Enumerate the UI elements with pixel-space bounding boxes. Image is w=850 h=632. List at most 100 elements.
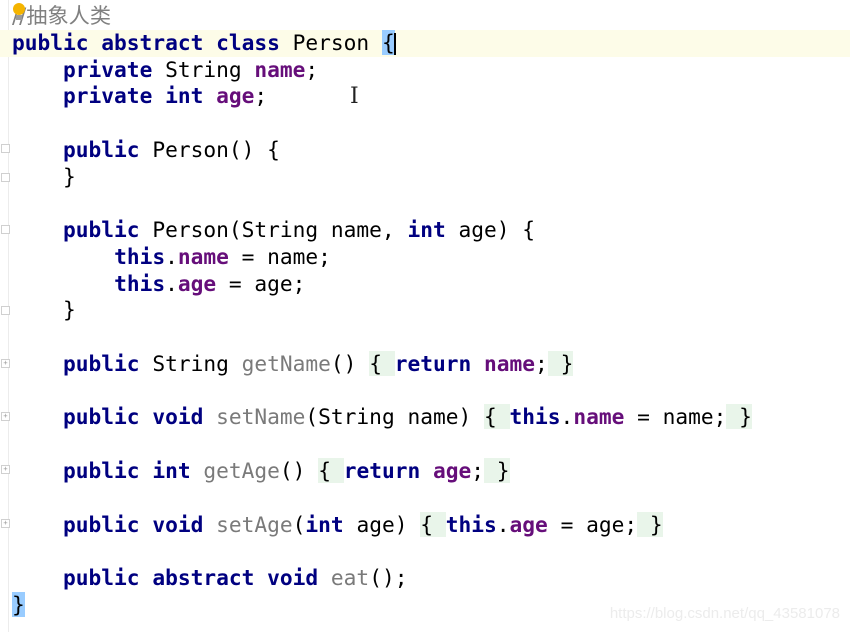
expand-fold-icon[interactable]: + <box>1 359 10 368</box>
code-token: () <box>330 350 370 376</box>
code-line[interactable]: public void setAge(int age) { this.age =… <box>12 511 850 539</box>
code-token: age <box>433 458 472 484</box>
code-token: public void <box>63 404 217 430</box>
code-token: } <box>726 404 752 430</box>
code-token: age) <box>356 511 421 537</box>
code-token: age <box>216 83 255 109</box>
expand-fold-icon[interactable]: + <box>1 412 10 421</box>
code-token: return <box>394 350 485 376</box>
fold-marker[interactable] <box>1 225 10 234</box>
code-line[interactable]: public String getName() { return name; } <box>12 350 850 378</box>
code-line[interactable]: public int getAge() { return age; } <box>12 458 850 485</box>
code-line[interactable]: } <box>12 164 850 191</box>
code-line[interactable] <box>12 485 850 512</box>
code-line[interactable] <box>12 378 850 405</box>
code-token: } <box>12 163 76 189</box>
code-token: (String name) <box>305 404 484 430</box>
code-line[interactable] <box>12 110 850 137</box>
code-token: setName <box>216 404 306 430</box>
code-token: age <box>509 511 548 537</box>
expand-fold-icon[interactable]: + <box>1 465 10 474</box>
editor-gutter: + + + + <box>0 0 10 632</box>
code-token: public abstract void <box>63 565 331 591</box>
code-line[interactable] <box>12 190 850 217</box>
code-token: } <box>12 591 25 617</box>
code-token: //抽象人类 <box>12 3 112 28</box>
code-token: age) { <box>458 217 536 243</box>
code-token: int <box>407 217 459 243</box>
code-token: return <box>343 458 433 484</box>
code-line[interactable]: public abstract class Person { <box>0 29 850 57</box>
code-token: { <box>369 350 395 376</box>
text-cursor-icon: I <box>350 84 359 109</box>
fold-marker[interactable] <box>1 144 10 153</box>
code-token: } <box>484 458 510 484</box>
code-token: String <box>165 56 255 82</box>
code-token: private int <box>63 83 217 109</box>
fold-marker[interactable] <box>1 306 10 315</box>
code-token: = age; <box>216 270 306 296</box>
code-editor[interactable]: //抽象人类 public abstract class Person { pri… <box>0 3 850 619</box>
code-line[interactable]: private String name; <box>12 57 850 84</box>
code-token: = name; <box>624 404 727 430</box>
code-line[interactable]: public Person(String name, int age) { <box>12 217 850 244</box>
code-token: public int <box>63 458 204 484</box>
code-line[interactable]: //抽象人类 <box>12 3 850 30</box>
code-token: } <box>547 350 574 376</box>
code-line[interactable]: this.age = age; <box>12 271 850 298</box>
code-token: this <box>114 243 166 269</box>
code-token: = name; <box>228 243 331 269</box>
code-token: = age; <box>547 511 638 537</box>
code-token: . <box>165 270 178 296</box>
code-token: Person <box>292 29 382 55</box>
code-line[interactable]: this.name = name; <box>12 244 850 271</box>
code-token: public <box>63 136 153 162</box>
code-token: String <box>152 350 242 376</box>
code-line[interactable] <box>12 538 850 565</box>
code-token: } <box>12 297 76 323</box>
code-token: public <box>63 350 153 376</box>
code-token: ; <box>471 458 485 484</box>
code-token: public void <box>63 511 217 537</box>
code-token: setAge <box>216 511 293 537</box>
code-token: name <box>177 243 229 269</box>
code-token: (); <box>369 565 408 591</box>
code-token: . <box>496 511 510 537</box>
code-token: ; <box>254 83 268 109</box>
code-token: name <box>484 350 536 376</box>
code-token: () <box>279 458 319 484</box>
code-token: name <box>573 404 625 430</box>
code-token: public <box>63 217 153 243</box>
code-line[interactable]: private int age; <box>12 83 850 110</box>
code-token: name <box>254 56 306 82</box>
code-token: getAge <box>203 458 280 484</box>
watermark: https://blog.csdn.net/qq_43581078 <box>609 605 840 622</box>
code-token: . <box>560 404 574 430</box>
code-line[interactable]: public void setName(String name) { this.… <box>12 404 850 431</box>
code-token: private <box>63 56 166 82</box>
expand-fold-icon[interactable]: + <box>1 519 10 528</box>
code-line[interactable]: public Person() { <box>12 137 850 164</box>
code-line[interactable]: } <box>12 297 850 324</box>
code-token: ; <box>305 56 319 82</box>
code-token: Person() { <box>152 136 280 162</box>
code-token: public abstract class <box>12 29 293 55</box>
code-line[interactable] <box>12 431 850 458</box>
lightbulb-icon[interactable] <box>13 3 25 20</box>
code-token: ; <box>535 350 548 376</box>
text-caret <box>393 32 396 55</box>
fold-marker[interactable] <box>1 173 10 182</box>
code-token: { <box>420 511 446 537</box>
code-line[interactable] <box>12 324 850 351</box>
code-token: this <box>445 511 497 537</box>
code-line[interactable]: public abstract void eat(); <box>12 565 850 592</box>
code-token: this <box>114 270 166 296</box>
